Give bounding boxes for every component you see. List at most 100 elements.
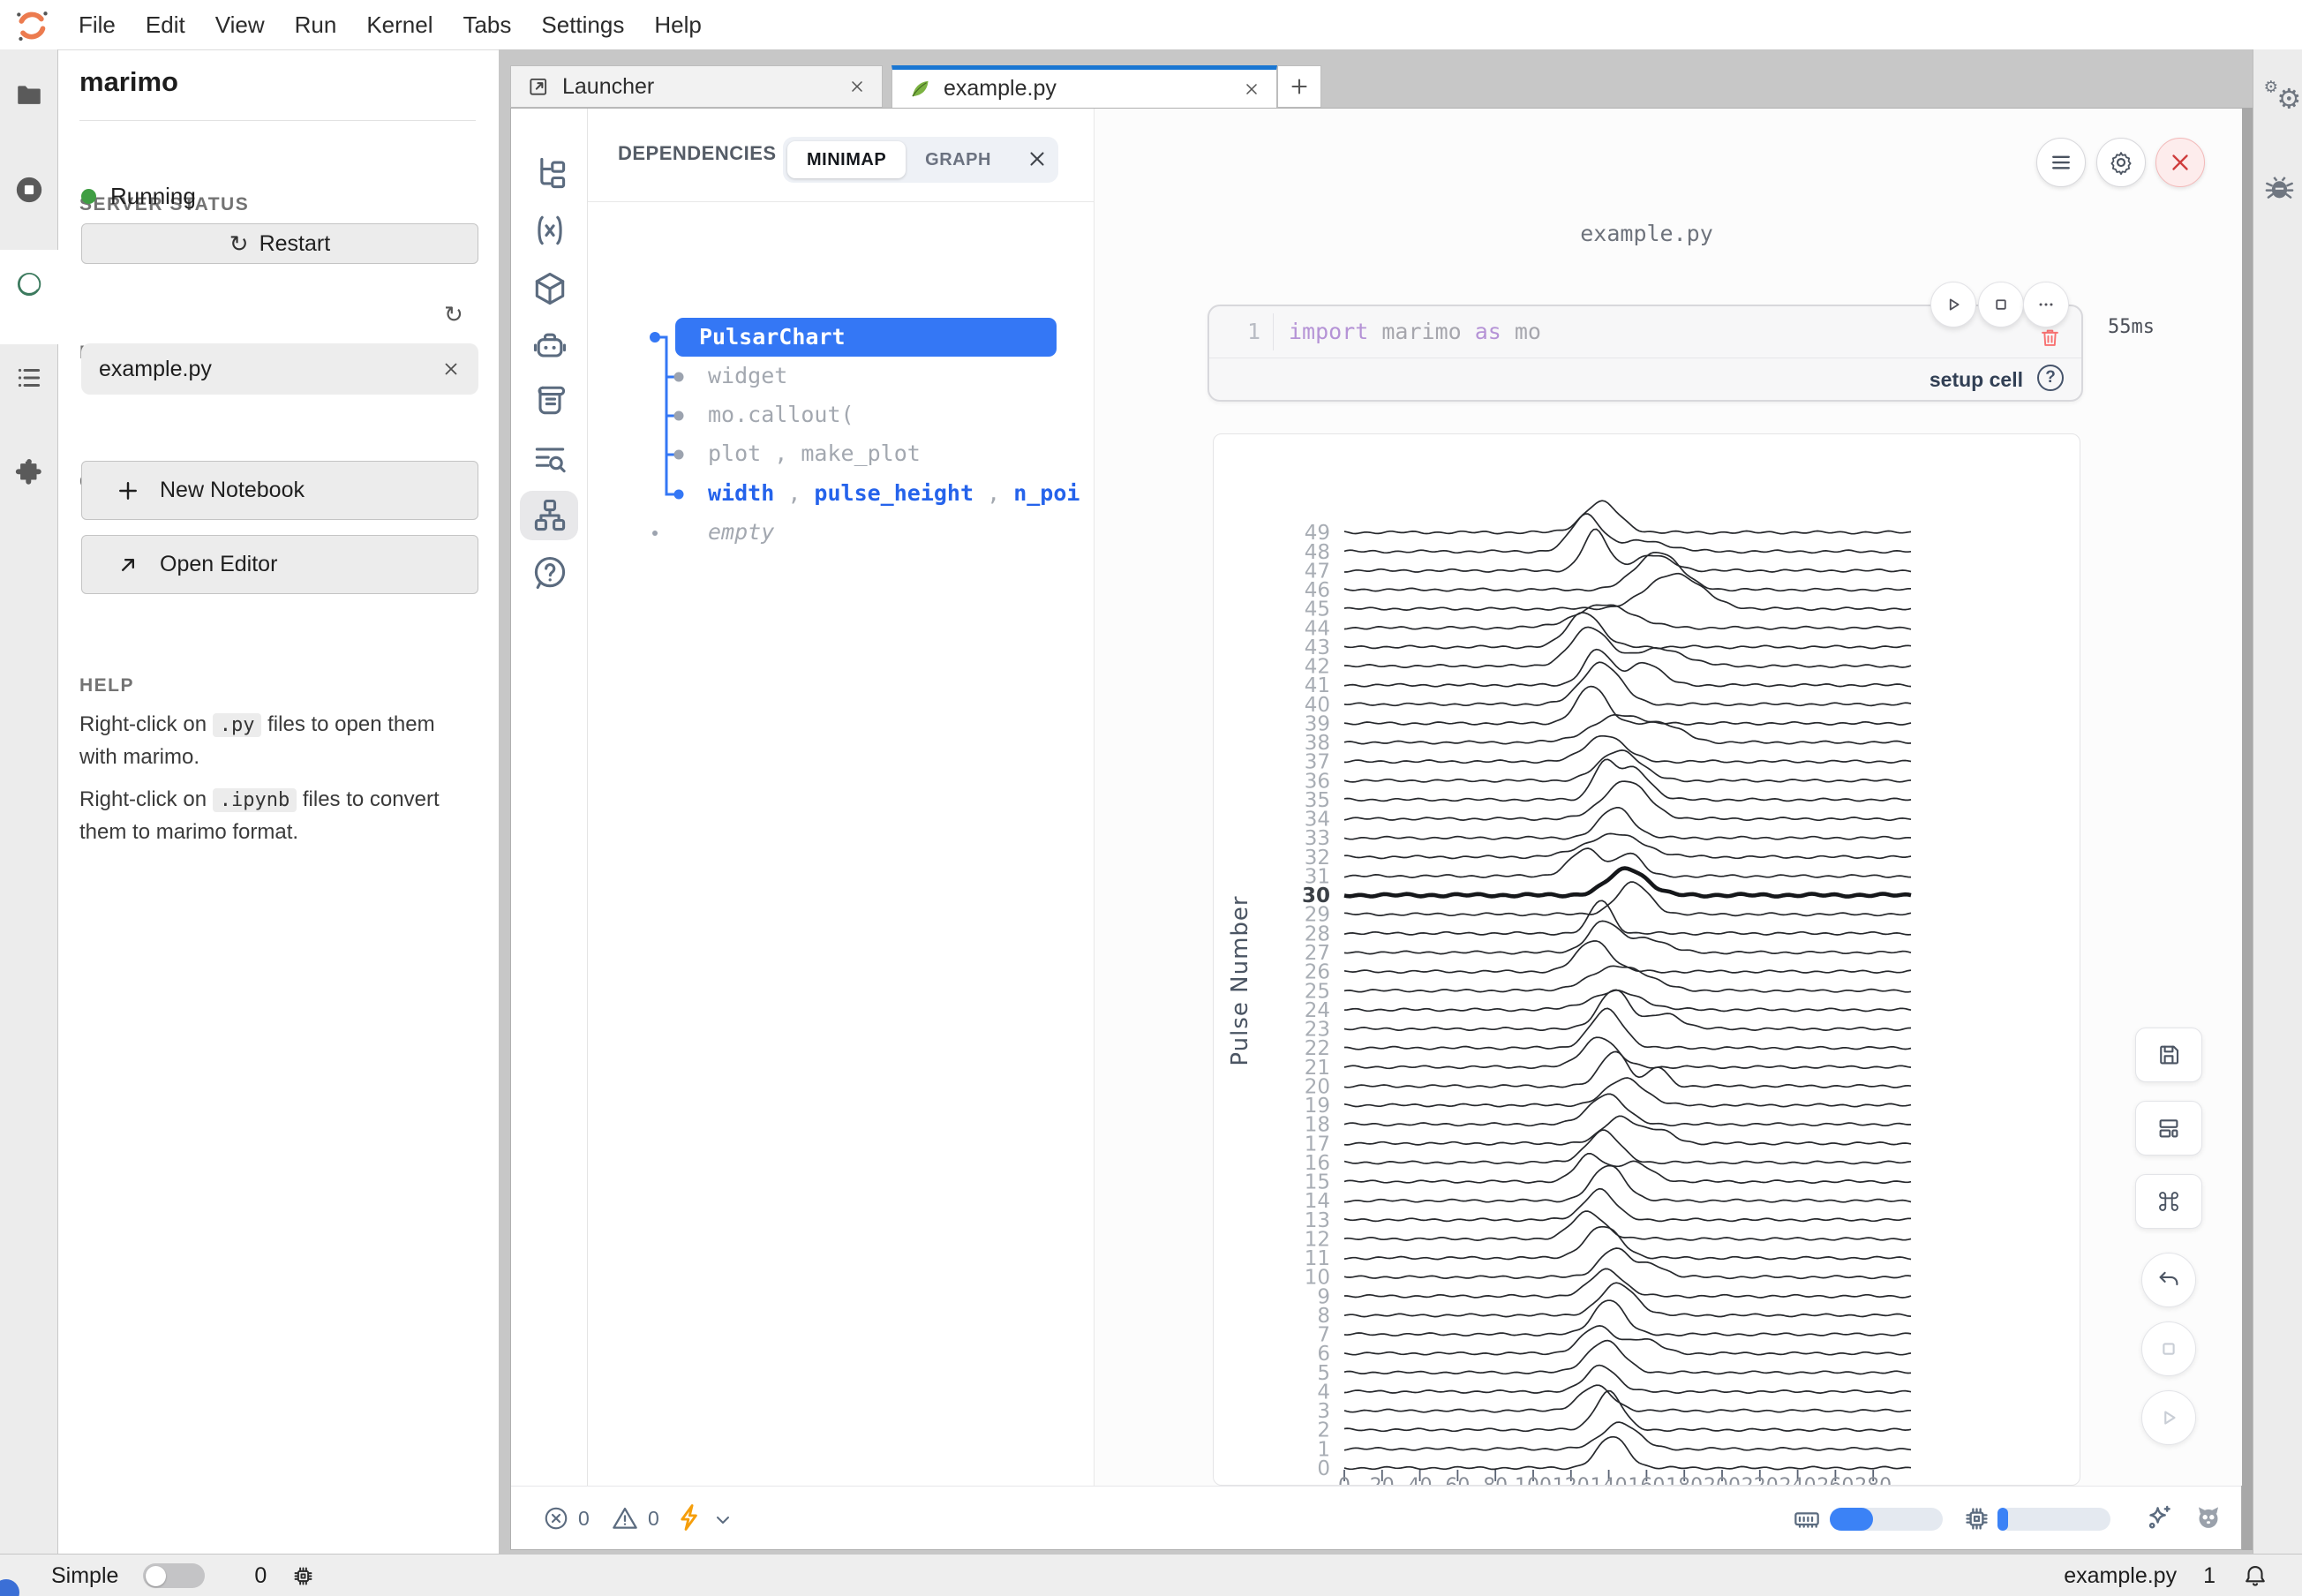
run-all-icon [2155,1404,2182,1431]
menu-edit[interactable]: Edit [146,11,185,39]
close-icon[interactable] [441,359,461,379]
close-icon[interactable] [1026,147,1049,170]
layout-icon-button[interactable] [2135,1101,2202,1156]
command-icon [2155,1188,2182,1215]
chevron-down-icon[interactable] [712,1509,733,1531]
leaf-icon [908,78,931,101]
tree-node[interactable]: mo.callout( [708,402,854,427]
session-item[interactable]: example.py [81,343,478,395]
dependency-tree: PulsarChart widget mo.callout( plot , make_… [588,206,1094,576]
server-status-value: Running [110,183,196,210]
folder-icon[interactable] [14,80,44,110]
scrollbar-track[interactable] [2242,108,2253,1550]
cpu-icon[interactable] [291,1564,315,1588]
svg-text:Pulse Number: Pulse Number [1227,895,1253,1065]
file-tree-icon[interactable] [530,154,569,192]
simple-mode-toggle[interactable] [143,1563,205,1588]
restart-button[interactable]: ↻ Restart [81,223,478,264]
stop-icon-button[interactable] [2141,1321,2196,1376]
bullet-list-icon[interactable] [14,363,44,393]
svg-text:220: 220 [1742,1475,1779,1486]
right-rail: ⚙⚙ [2253,49,2302,1554]
save-icon-button[interactable] [2135,1028,2202,1082]
menu-icon-button[interactable] [2036,138,2086,187]
mode-minimap[interactable]: MINIMAP [787,141,906,178]
undo-icon-button[interactable] [2141,1253,2196,1307]
new-tab-button[interactable] [1277,65,1321,108]
launcher-icon [527,75,550,98]
simple-mode-label: Simple [51,1563,118,1589]
marimo-spinner-icon[interactable] [14,269,44,299]
menu-items: File Edit View Run Kernel Tabs Settings Help [79,0,702,49]
tree-node-selected[interactable]: PulsarChart [675,318,1057,357]
svg-text:⚙: ⚙ [2264,78,2278,96]
menu-help[interactable]: Help [654,11,701,39]
puzzle-icon[interactable] [14,457,44,487]
help-text: Right-click on .ipynb files to convert t… [79,784,475,848]
save-icon [2155,1042,2182,1068]
dependency-graph-icon[interactable] [530,496,569,535]
variables-icon[interactable] [530,211,569,250]
menu-file[interactable]: File [79,11,116,39]
tree-node-empty[interactable]: empty [708,519,774,545]
layout-icon [2155,1115,2182,1141]
ram-icon [1793,1505,1821,1533]
svg-text:140: 140 [1591,1475,1628,1486]
marimo-logo-icon [14,8,49,43]
warning-count: 0 [648,1507,659,1531]
sidebar: marimo SERVER STATUS Running ↻ Restart R… [58,49,499,1554]
new-notebook-button[interactable]: New Notebook [81,461,478,520]
menu-settings[interactable]: Settings [541,11,624,39]
trash-icon[interactable] [2038,326,2062,350]
help-icon[interactable] [530,553,569,592]
close-icon[interactable] [1243,80,1260,98]
sparkle-icon[interactable] [2144,1502,2174,1532]
debug-bug-icon[interactable] [2263,171,2296,204]
command-icon-button[interactable] [2135,1174,2202,1229]
more-actions-icon-button[interactable] [2023,282,2069,327]
tree-node[interactable]: widget [708,363,787,388]
tab-example-py[interactable]: example.py [891,65,1277,108]
menu-view[interactable]: View [215,11,265,39]
server-status-row: Running [81,183,196,210]
circle-x-icon [543,1505,569,1532]
tree-node[interactable]: plot , make_plot [708,440,921,466]
close-icon [2167,149,2193,176]
gear-icon-button[interactable] [2096,138,2146,187]
lightning-icon[interactable] [675,1502,705,1532]
cpu-usage-bar [1997,1508,2110,1531]
stop-cell-icon-button[interactable] [1978,282,2024,327]
help-circle-icon[interactable]: ? [2037,365,2064,391]
bell-icon[interactable] [2242,1562,2268,1589]
packages-icon[interactable] [530,269,569,308]
divider [79,120,476,121]
menu-tabs[interactable]: Tabs [463,11,511,39]
dependencies-header: DEPENDENCIES MINIMAPGRAPH [588,109,1094,202]
tree-node-active[interactable]: width , pulse_height , n_poi [708,480,1080,506]
stop-circle-icon[interactable] [14,175,44,205]
scratchpad-icon[interactable] [530,380,569,419]
cpu-icon [1962,1504,1991,1533]
ram-usage-bar [1830,1508,1943,1531]
menu-kernel[interactable]: Kernel [366,11,433,39]
help-text: Right-click on .py files to open them wi… [79,709,475,773]
file-ext-chip: .ipynb [213,788,297,812]
tab-launcher[interactable]: Launcher [510,65,883,108]
mode-graph[interactable]: GRAPH [906,141,1011,178]
sessions-refresh-icon[interactable]: ↻ [444,301,467,324]
cell-code[interactable]: import marimo as mo [1289,319,1541,344]
notebook-status-toolbar: 0 0 [511,1486,2241,1549]
undo-icon [2155,1267,2182,1293]
menu-run[interactable]: Run [295,11,337,39]
settings-gears-icon[interactable]: ⚙⚙ [2261,76,2299,115]
stop-icon [2155,1336,2182,1362]
logs-icon[interactable] [530,439,569,478]
open-editor-button[interactable]: Open Editor [81,535,478,594]
status-bar: Simple 0 example.py 1 [0,1554,2302,1596]
run-cell-icon-button[interactable] [1930,282,1976,327]
run-all-icon-button[interactable] [2141,1390,2196,1445]
ai-assistant-icon[interactable] [530,327,569,365]
cat-icon[interactable] [2193,1502,2223,1532]
close-icon[interactable] [848,78,866,95]
close-icon-button[interactable] [2155,138,2205,187]
